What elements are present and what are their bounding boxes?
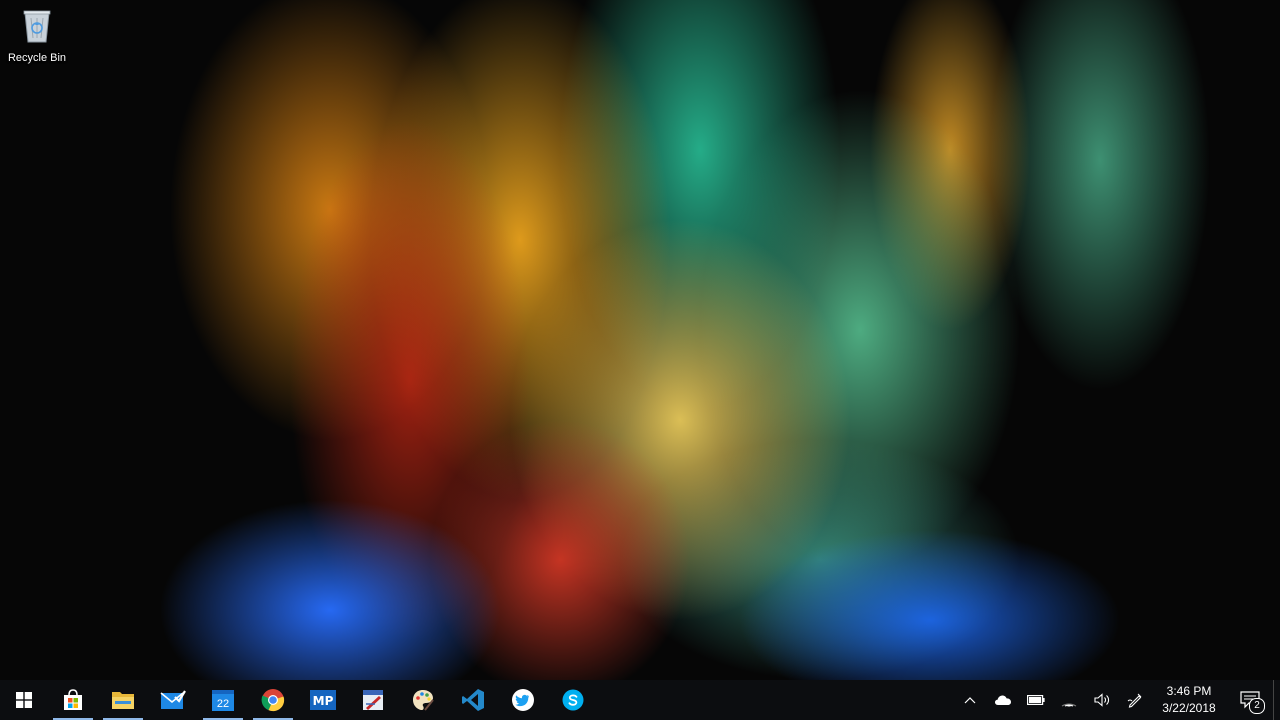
wifi-icon	[1061, 703, 1076, 707]
pen-icon	[1127, 693, 1141, 708]
volume-button[interactable]	[1085, 680, 1118, 720]
windows-ink-button[interactable]	[1118, 680, 1151, 720]
taskbar-skype-button[interactable]	[548, 680, 598, 720]
file-explorer-icon	[112, 692, 134, 709]
taskbar-drawing-app-button[interactable]	[348, 680, 398, 720]
twitter-icon	[512, 689, 534, 711]
taskbar-clock[interactable]: 3:46 PM 3/22/2018	[1151, 680, 1227, 720]
system-tray: 3:46 PM 3/22/2018 2	[953, 680, 1280, 720]
calendar-day: 22	[217, 698, 229, 710]
recycle-bin-label: Recycle Bin	[7, 52, 67, 64]
taskbar: 22 MP 3:46 PM 3/22/2018 2	[0, 680, 1280, 720]
taskbar-twitter-button[interactable]	[498, 680, 548, 720]
taskbar-file-explorer-button[interactable]	[98, 680, 148, 720]
action-center-button[interactable]: 2	[1227, 680, 1273, 720]
taskbar-calendar-button[interactable]: 22	[198, 680, 248, 720]
mp-app-label: MP	[313, 694, 334, 708]
show-desktop-button[interactable]	[1273, 680, 1280, 720]
network-button[interactable]	[1052, 680, 1085, 720]
taskbar-paint-button[interactable]	[398, 680, 448, 720]
clock-date: 3/22/2018	[1162, 701, 1216, 715]
windows-logo-icon	[16, 692, 32, 708]
clock-time: 3:46 PM	[1166, 684, 1212, 698]
chevron-up-icon	[964, 697, 975, 704]
mail-icon	[160, 690, 186, 709]
taskbar-chrome-button[interactable]	[248, 680, 298, 720]
desktop[interactable]: Recycle Bin	[0, 0, 1280, 680]
show-hidden-icons-button[interactable]	[953, 680, 986, 720]
battery-icon	[1026, 695, 1045, 705]
taskbar-mail-button[interactable]	[148, 680, 198, 720]
battery-button[interactable]	[1019, 680, 1052, 720]
taskbar-vscode-button[interactable]	[448, 680, 498, 720]
chrome-icon	[261, 689, 285, 712]
start-button[interactable]	[0, 680, 48, 720]
paint-palette-icon	[413, 690, 434, 711]
taskbar-store-button[interactable]	[48, 680, 98, 720]
vscode-icon	[462, 689, 484, 711]
taskbar-mp-button[interactable]: MP	[298, 680, 348, 720]
skype-icon	[562, 689, 584, 711]
volume-icon	[1093, 693, 1109, 707]
recycle-bin-desktop-icon[interactable]: Recycle Bin	[4, 6, 70, 64]
mp-app-icon: MP	[310, 690, 336, 710]
store-icon	[64, 689, 82, 710]
onedrive-cloud-icon	[994, 695, 1011, 705]
notification-count-badge: 2	[1249, 698, 1265, 714]
sketch-app-icon	[363, 690, 383, 710]
onedrive-button[interactable]	[986, 680, 1019, 720]
recycle-bin-icon	[23, 10, 51, 43]
calendar-icon: 22	[212, 690, 234, 711]
